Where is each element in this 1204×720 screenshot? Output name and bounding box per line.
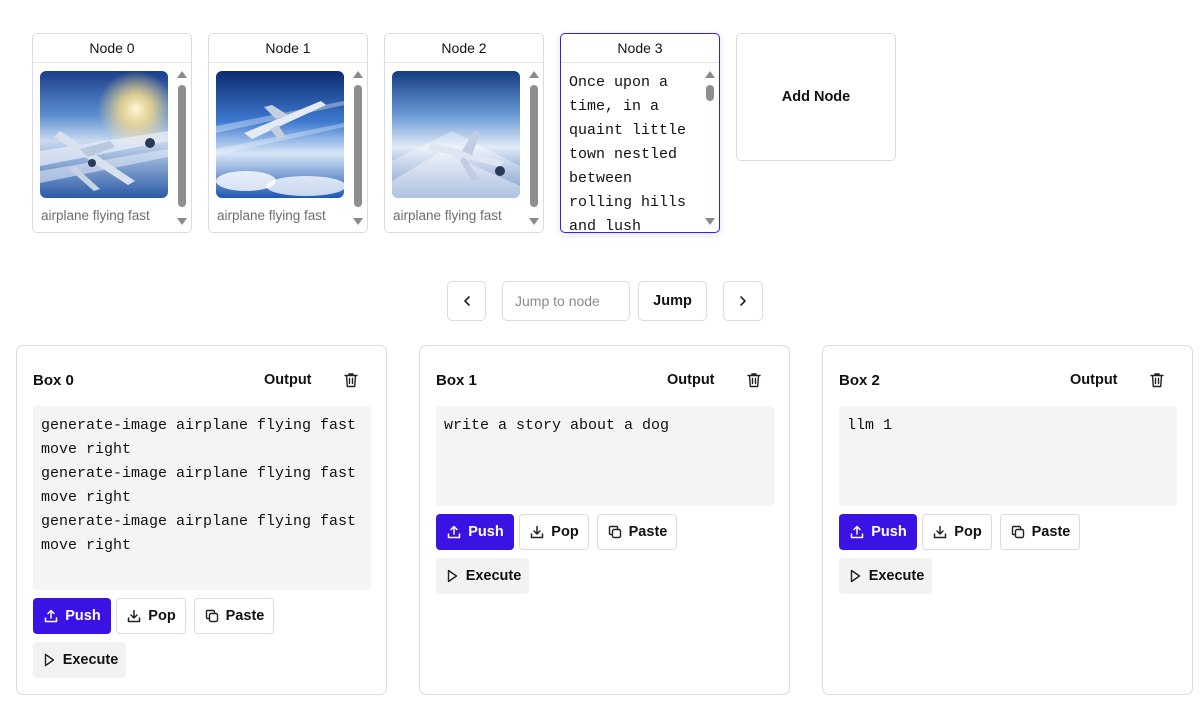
node-text: Once upon a time, in a quaint little tow… [569,74,696,233]
paste-label: Paste [628,524,668,540]
box-1: Box 1 Output write a story about a dog P… [419,345,790,695]
next-node-button[interactable] [723,281,763,321]
download-icon [531,525,544,539]
node-card-1[interactable]: Node 1 airplane flying fast [208,33,368,233]
box-code-editor[interactable]: write a story about a dog [436,406,774,506]
download-icon [128,609,141,623]
node-title: Node 1 [209,34,367,63]
pop-button[interactable]: Pop [519,514,589,550]
add-node-button[interactable]: Add Node [736,33,896,161]
box-title: Box 2 [839,372,880,389]
chevron-left-icon [463,296,470,306]
trash-icon[interactable] [745,371,763,389]
execute-button[interactable]: Execute [436,558,529,594]
pop-label: Pop [954,524,982,540]
node-scrollbar[interactable] [704,69,716,227]
push-button[interactable]: Push [839,514,917,550]
trash-icon[interactable] [342,371,360,389]
pop-button[interactable]: Pop [922,514,992,550]
node-scrollbar[interactable] [176,69,188,227]
pop-label: Pop [551,524,579,540]
upload-icon [448,525,461,539]
output-button[interactable]: Output [264,372,312,388]
pop-button[interactable]: Pop [116,598,186,634]
execute-button[interactable]: Execute [839,558,932,594]
push-label: Push [871,524,907,540]
pop-label: Pop [148,608,176,624]
push-label: Push [468,524,504,540]
box-title: Box 1 [436,372,477,389]
chevron-right-icon [740,296,746,306]
output-button[interactable]: Output [1070,372,1118,388]
node-scrollbar[interactable] [352,69,364,227]
execute-label: Execute [465,568,522,584]
paste-label: Paste [225,608,265,624]
paste-button[interactable]: Paste [597,514,677,550]
play-icon [850,569,860,583]
node-caption: airplane flying fast [41,208,150,223]
box-title: Box 0 [33,372,74,389]
box-code-editor[interactable]: llm 1 [839,406,1177,506]
push-button[interactable]: Push [436,514,514,550]
node-card-0[interactable]: Node 0 airplane flying fast [32,33,192,233]
paste-button[interactable]: Paste [1000,514,1080,550]
node-caption: airplane flying fast [217,208,326,223]
upload-icon [851,525,864,539]
execute-label: Execute [62,652,119,668]
upload-icon [45,609,58,623]
box-0: Box 0 Output generate-image airplane fly… [16,345,387,695]
download-icon [934,525,947,539]
node-image [40,71,168,198]
play-icon [44,653,54,667]
jump-to-node-input[interactable] [502,281,630,321]
prev-node-button[interactable] [447,281,486,321]
trash-icon[interactable] [1148,371,1166,389]
node-title: Node 3 [561,34,719,63]
copy-icon [205,609,218,623]
output-button[interactable]: Output [667,372,715,388]
copy-icon [1011,525,1024,539]
paste-label: Paste [1031,524,1071,540]
node-card-3[interactable]: Node 3 Once upon a time, in a quaint lit… [560,33,720,233]
node-caption: airplane flying fast [393,208,502,223]
play-icon [447,569,457,583]
execute-button[interactable]: Execute [33,642,126,678]
copy-icon [608,525,621,539]
push-label: Push [65,608,101,624]
node-scrollbar[interactable] [528,69,540,227]
push-button[interactable]: Push [33,598,111,634]
paste-button[interactable]: Paste [194,598,274,634]
node-title: Node 0 [33,34,191,63]
node-image [392,71,520,198]
node-title: Node 2 [385,34,543,63]
node-image [216,71,344,198]
node-card-2[interactable]: Node 2 airplane flying fast [384,33,544,233]
box-code-editor[interactable]: generate-image airplane flying fast move… [33,406,371,590]
box-2: Box 2 Output llm 1 Push Pop Paste Execut… [822,345,1193,695]
jump-button[interactable]: Jump [638,281,707,321]
execute-label: Execute [868,568,925,584]
